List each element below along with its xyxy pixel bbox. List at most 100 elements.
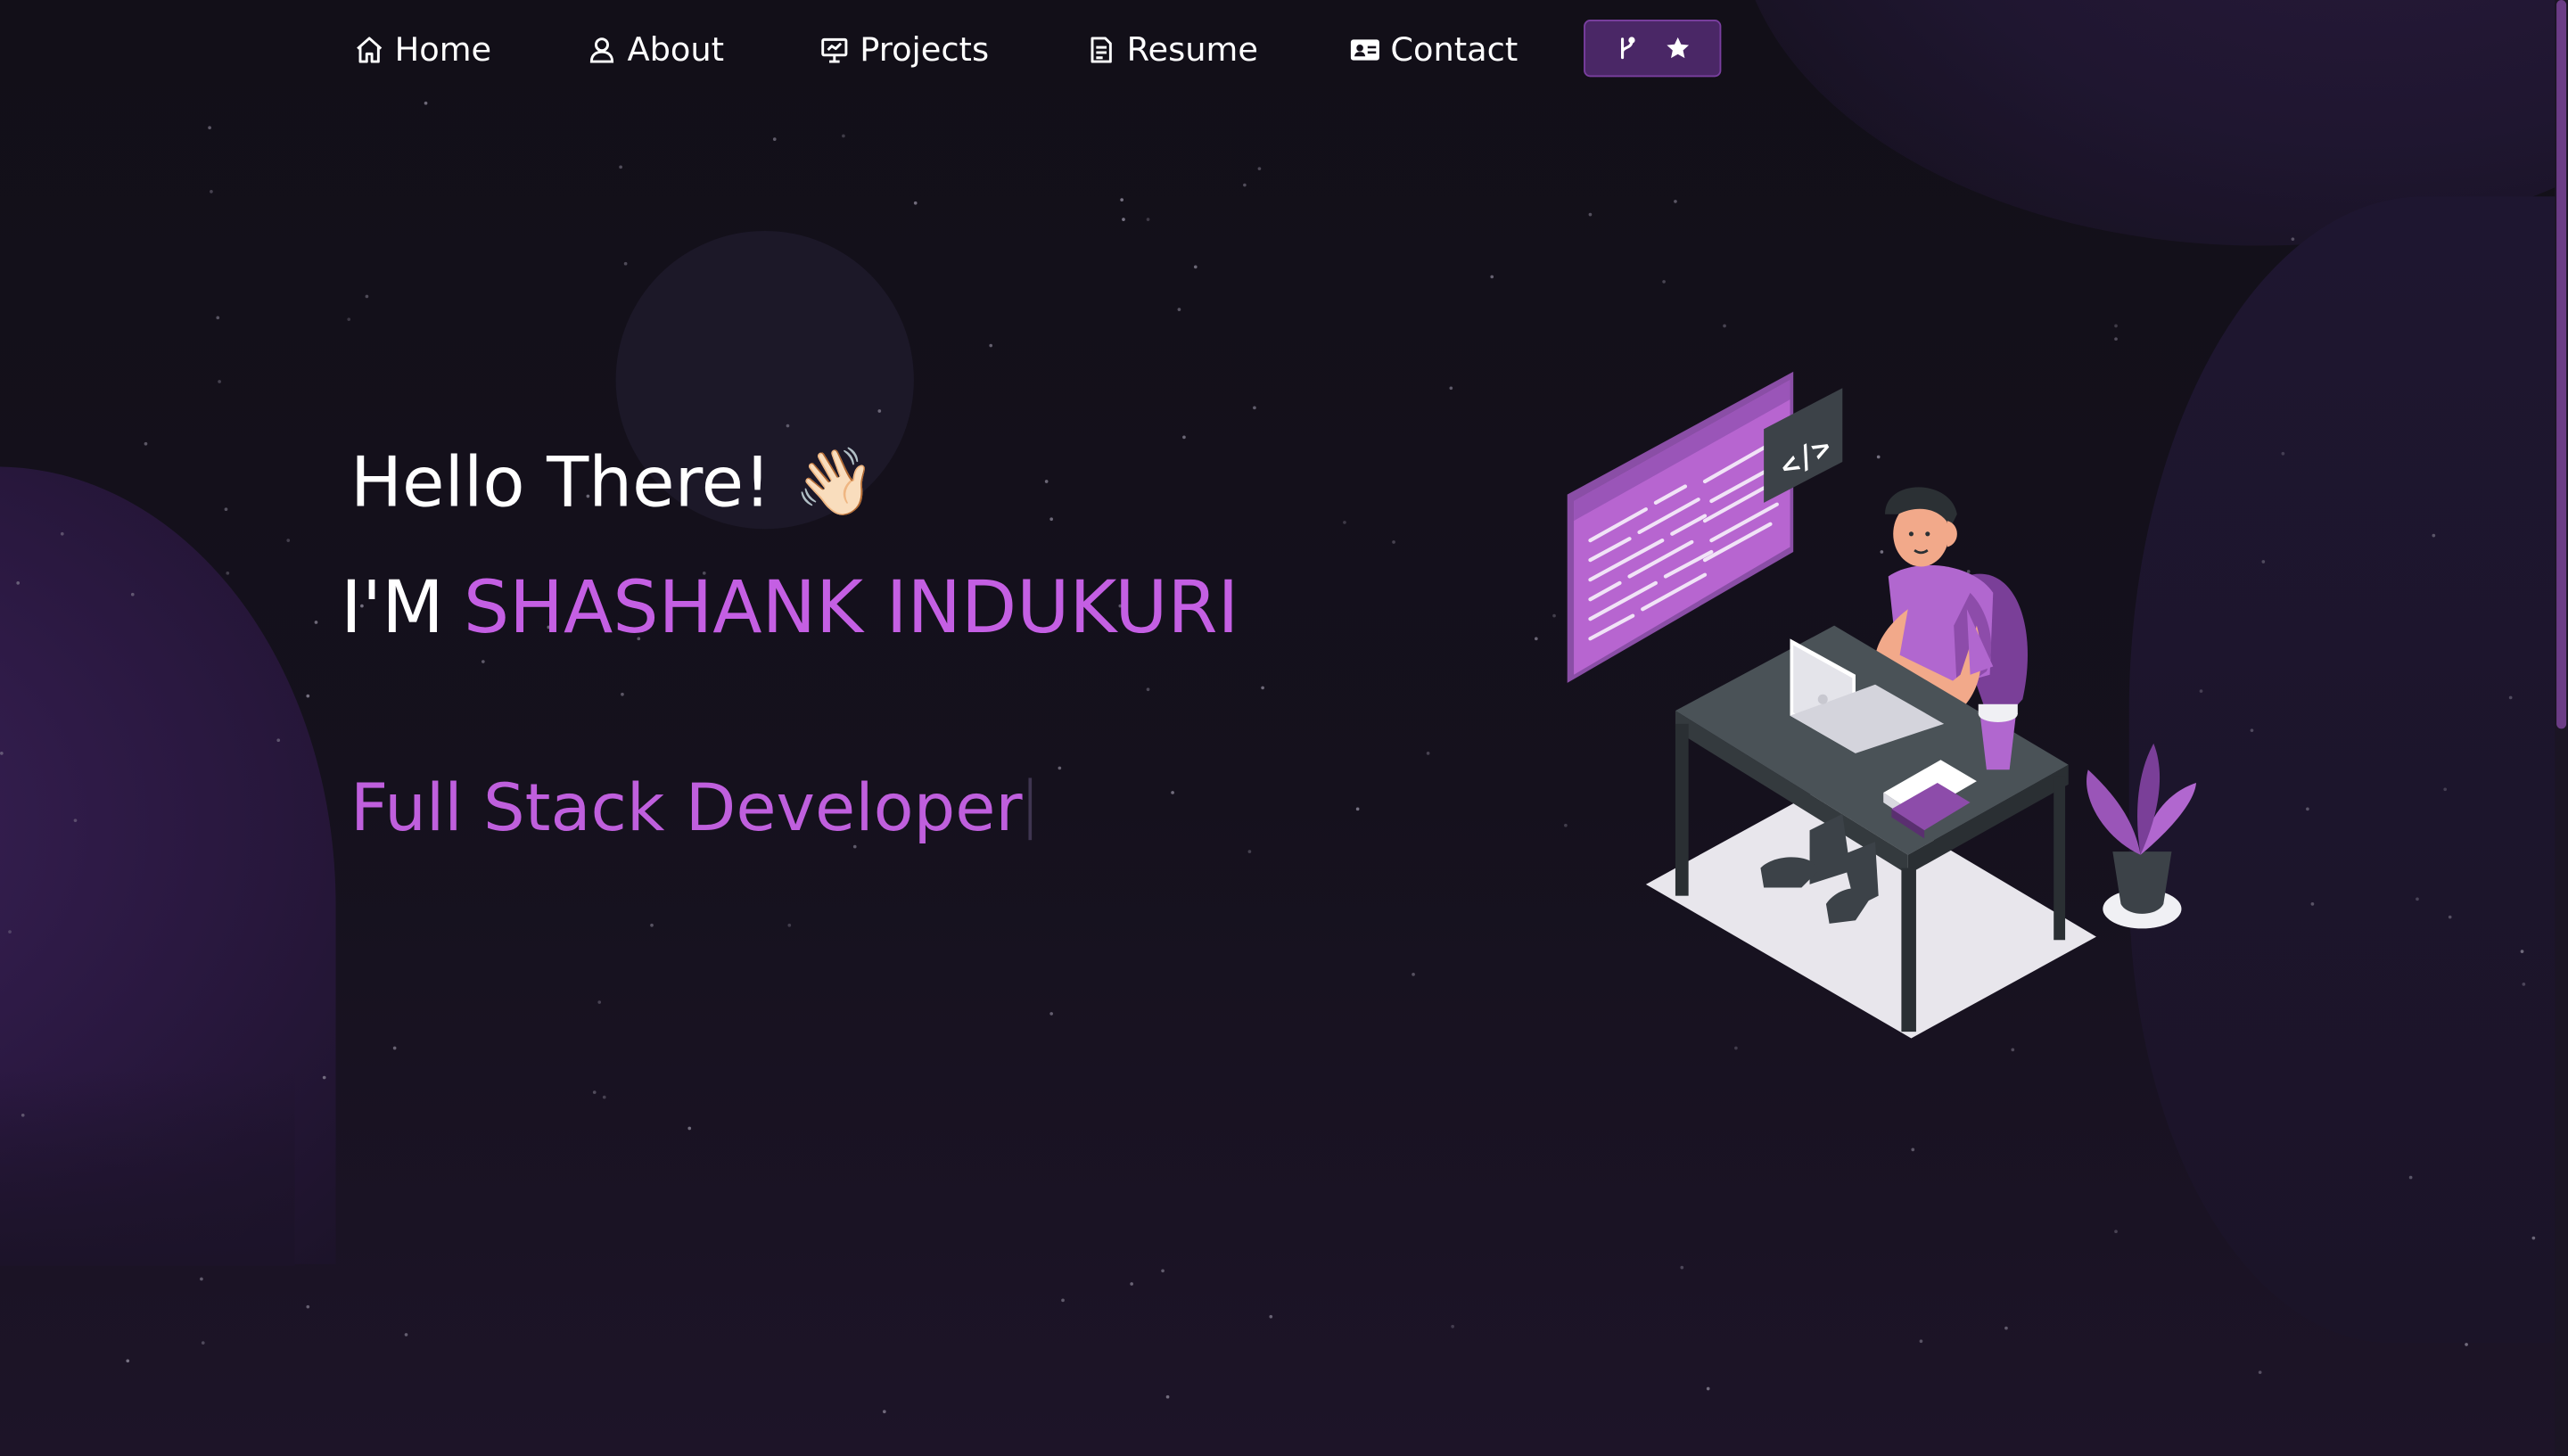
document-icon <box>1091 36 1112 62</box>
star-dot <box>347 317 351 321</box>
hero-greeting: Hello There! 👋🏻 <box>350 442 876 522</box>
scrollbar-thumb[interactable] <box>2556 0 2567 729</box>
star-dot <box>314 621 318 624</box>
star-dot <box>392 1046 397 1050</box>
star-dot <box>882 1410 886 1414</box>
star-icon <box>1667 37 1690 59</box>
star-dot <box>602 1095 606 1099</box>
star-dot <box>21 1113 25 1117</box>
star-dot <box>2261 560 2266 563</box>
star-dot <box>1449 386 1453 391</box>
star-dot <box>0 752 4 755</box>
star-dot <box>877 409 882 413</box>
star-dot <box>276 738 281 743</box>
typed-role: Full Stack Developer <box>350 771 1033 847</box>
developer-at-desk-illustration: </> <box>1567 371 2197 1039</box>
star-dot <box>218 380 221 383</box>
star-dot <box>2465 1343 2468 1346</box>
contact-card-icon <box>1350 38 1379 60</box>
star-dot <box>404 1333 408 1337</box>
star-dot <box>1269 1314 1273 1319</box>
star-dot <box>8 930 12 934</box>
star-dot <box>224 507 228 512</box>
nav-projects-label: Projects <box>860 29 990 70</box>
star-dot <box>1534 637 1538 641</box>
nav-resume[interactable]: Resume <box>1086 23 1258 76</box>
star-dot <box>144 441 148 446</box>
star-dot <box>2520 950 2524 953</box>
star-dot <box>786 424 790 428</box>
star-dot <box>787 923 792 927</box>
star-dot <box>210 190 213 193</box>
star-dot <box>1662 280 1666 284</box>
star-dot <box>1130 1282 1133 1286</box>
star-dot <box>1911 1148 1915 1152</box>
star-dot <box>2281 451 2285 456</box>
star-dot <box>2250 728 2254 733</box>
nav-home-label: Home <box>394 29 492 70</box>
star-dot <box>1412 972 1415 976</box>
hero-intro: I'M SHASHANK INDUKURI <box>341 566 1239 650</box>
star-dot <box>200 1277 203 1281</box>
star-dot <box>2114 337 2118 341</box>
nav-contact[interactable]: Contact <box>1349 23 1518 76</box>
star-dot <box>592 1090 597 1094</box>
star-dot <box>1161 1269 1165 1273</box>
star-dot <box>2291 237 2295 241</box>
page: Home About Projects Resume Contact Hello… <box>0 0 2568 1456</box>
nav-about-label: About <box>627 29 725 70</box>
intro-prefix: I'M <box>341 566 444 651</box>
star-dot <box>286 539 291 542</box>
presentation-icon <box>821 37 848 62</box>
star-dot <box>842 134 845 138</box>
star-dot <box>1490 275 1494 279</box>
star-dot <box>621 692 624 696</box>
star-dot <box>2443 787 2448 792</box>
nav-resume-label: Resume <box>1126 29 1258 70</box>
star-dot <box>1426 752 1430 755</box>
user-icon <box>589 37 614 62</box>
nav-projects[interactable]: Projects <box>819 23 989 76</box>
star-dot <box>322 1075 326 1080</box>
github-star-button[interactable] <box>1584 20 1722 78</box>
star-dot <box>2416 897 2419 901</box>
star-dot <box>1177 308 1181 311</box>
star-dot <box>619 165 622 169</box>
star-dot <box>1261 686 1264 690</box>
typing-cursor <box>1028 777 1033 841</box>
star-dot <box>1247 850 1252 853</box>
scrollbar[interactable] <box>2555 0 2568 1456</box>
star-dot <box>1674 200 1677 203</box>
star-dot <box>2114 324 2118 328</box>
star-dot <box>2114 1230 2118 1234</box>
star-dot <box>687 1126 692 1131</box>
nav-home[interactable]: Home <box>354 23 491 76</box>
waving-hand-icon: 👋🏻 <box>794 445 877 522</box>
star-dot <box>623 261 628 266</box>
star-dot <box>1122 218 1125 221</box>
star-dot <box>1588 212 1593 217</box>
star-dot <box>201 1341 205 1345</box>
star-dot <box>2531 1236 2536 1240</box>
star-dot <box>126 1359 130 1363</box>
star-dot <box>1257 167 1262 171</box>
star-dot <box>2258 1370 2262 1374</box>
star-dot <box>1243 183 1247 187</box>
star-dot <box>989 343 993 348</box>
star-dot <box>2522 983 2526 986</box>
star-dot <box>1193 265 1198 269</box>
star-dot <box>1723 324 1726 328</box>
star-dot <box>2306 807 2309 811</box>
star-dot <box>2310 902 2315 906</box>
star-dot <box>1343 521 1346 524</box>
star-dot <box>1355 807 1360 811</box>
star-dot <box>913 201 918 205</box>
person-head <box>1885 487 1957 567</box>
star-dot <box>1392 540 1395 544</box>
star-dot <box>1049 1012 1053 1016</box>
star-dot <box>1171 791 1174 794</box>
nav-about[interactable]: About <box>587 23 725 76</box>
navbar: Home About Projects Resume Contact <box>0 0 2568 102</box>
star-dot <box>1451 1324 1454 1328</box>
star-dot <box>1044 480 1049 483</box>
